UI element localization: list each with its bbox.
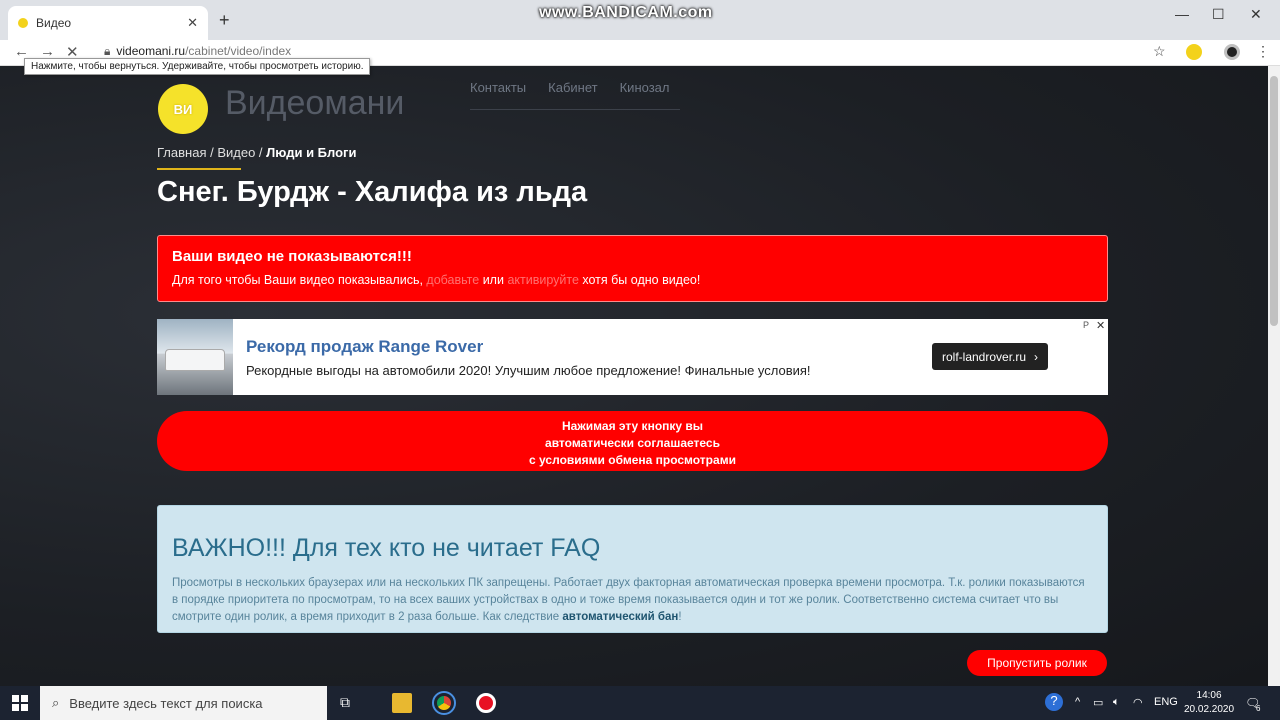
alert-text-start: Для того чтобы Ваши видео показывались, (172, 273, 427, 287)
agree-line-2: автоматически соглашаетесь (545, 436, 720, 450)
battery-icon[interactable]: ▭ (1093, 696, 1103, 709)
breadcrumb-separator: / (206, 145, 218, 160)
alert-title: Ваши видео не показываются!!! (172, 248, 412, 265)
page-scrollbar[interactable] (1268, 66, 1280, 686)
scrollbar-thumb[interactable] (1270, 76, 1278, 326)
alert-text-end: хотя бы одно видео! (578, 273, 701, 287)
network-icon[interactable]: ◠ (1133, 696, 1143, 709)
faq-notice-end: ! (678, 611, 682, 623)
ad-banner[interactable]: Рекорд продаж Range Rover Рекордные выго… (157, 319, 1108, 395)
volume-icon[interactable]: 🔈︎ (1113, 696, 1120, 709)
notification-count: 6 (1256, 704, 1261, 713)
agree-exchange-button[interactable]: Нажимая эту кнопку вы автоматически согл… (157, 411, 1108, 471)
windows-taskbar: ⌕ Введите здесь текст для поиска ⧉ ? ^ ▭… (0, 686, 1280, 720)
lock-icon: 🔒︎ (104, 44, 111, 58)
help-icon[interactable]: ? (1045, 693, 1063, 711)
nav-divider (470, 109, 680, 110)
page-title: Снег. Бурдж - Халифа из льда (157, 176, 588, 208)
ad-title[interactable]: Рекорд продаж Range Rover (246, 337, 483, 357)
url-path: /cabinet/video/index (185, 44, 292, 58)
breadcrumb-separator: / (255, 145, 267, 160)
ad-mark-icon[interactable]: Р (1083, 320, 1089, 330)
nav-cinema[interactable]: Кинозал (620, 80, 670, 95)
alert-text: Для того чтобы Ваши видео показывались, … (172, 273, 1093, 287)
browser-menu-icon[interactable]: ⋮ (1256, 43, 1270, 60)
windows-start-icon[interactable] (12, 695, 28, 711)
extension-yellow-icon[interactable] (1186, 44, 1202, 60)
tray-chevron-up-icon[interactable]: ^ (1075, 696, 1080, 708)
ad-button-label: rolf-landrover.ru (942, 349, 1027, 364)
site-logo[interactable]: ВИ (158, 84, 208, 134)
activate-video-link[interactable]: активируйте (507, 273, 578, 287)
file-explorer-icon[interactable] (392, 693, 412, 713)
site-brand[interactable]: Видеомани (225, 84, 404, 123)
back-button-tooltip: Нажмите, чтобы вернуться. Удерживайте, ч… (24, 58, 371, 75)
faq-notice-title: ВАЖНО!!! Для тех кто не читает FAQ (172, 534, 601, 562)
nav-contacts[interactable]: Контакты (470, 80, 526, 95)
chevron-right-icon: › (1034, 349, 1039, 364)
add-video-link[interactable]: добавьте (426, 273, 479, 287)
auto-ban-text: автоматический бан (562, 611, 679, 623)
maximize-icon[interactable]: ☐ (1212, 6, 1225, 23)
nav-cabinet[interactable]: Кабинет (548, 80, 597, 95)
breadcrumb-home[interactable]: Главная (157, 145, 206, 160)
agree-line-3: с условиями обмена просмотрами (529, 453, 736, 467)
ad-text: Рекордные выгоды на автомобили 2020! Улу… (246, 363, 811, 378)
breadcrumb-video[interactable]: Видео (217, 145, 255, 160)
ad-link-button[interactable]: rolf-landrover.ru › (932, 343, 1049, 370)
taskbar-search-placeholder: Введите здесь текст для поиска (69, 695, 263, 711)
site-favicon-icon (18, 18, 28, 28)
breadcrumb-underline (157, 168, 241, 170)
skip-video-button[interactable]: Пропустить ролик (967, 650, 1107, 676)
ad-car-image[interactable] (157, 319, 233, 395)
minimize-icon[interactable]: — (1175, 6, 1189, 22)
breadcrumb-current: Люди и Блоги (266, 145, 357, 160)
url-host: videomani.ru (116, 44, 186, 58)
extension-record-icon[interactable] (1224, 44, 1240, 60)
bookmark-star-icon[interactable]: ☆ (1153, 43, 1166, 60)
close-window-icon[interactable]: ✕ (1250, 6, 1262, 23)
page-content: ВИ Видеомани Контакты Кабинет Кинозал Гл… (0, 66, 1268, 686)
task-view-icon[interactable]: ⧉ (340, 694, 350, 711)
tab-title: Видео (36, 16, 72, 30)
top-nav: Контакты Кабинет Кинозал (470, 80, 669, 95)
new-tab-icon[interactable]: + (219, 10, 230, 31)
close-tab-icon[interactable]: ✕ (187, 15, 198, 31)
breadcrumb: Главная / Видео / Люди и Блоги (157, 145, 356, 160)
clock-time: 14:06 (1196, 690, 1222, 701)
browser-tab-bar: Видео ✕ + www.BANDICAM.com — ☐ ✕ (0, 0, 1280, 40)
recording-watermark: www.BANDICAM.com (539, 4, 713, 21)
faq-notice: ВАЖНО!!! Для тех кто не читает FAQ Просм… (157, 505, 1108, 633)
agree-line-1: Нажимая эту кнопку вы (561, 419, 704, 433)
taskbar-search-field[interactable]: ⌕ Введите здесь текст для поиска (40, 686, 327, 720)
clock-date: 20.02.2020 (1184, 704, 1235, 715)
bandicam-icon[interactable] (476, 693, 496, 713)
ad-close-icon[interactable]: ✕ (1096, 319, 1105, 332)
url-field[interactable]: 🔒︎ videomani.ru/cabinet/video/index (104, 44, 291, 59)
search-icon: ⌕ (52, 695, 60, 710)
alert-text-or: или (479, 273, 508, 287)
chrome-icon[interactable] (432, 691, 456, 715)
error-alert: Ваши видео не показываются!!! Для того ч… (157, 235, 1108, 302)
tab-video[interactable]: Видео ✕ (8, 6, 208, 40)
taskbar-clock[interactable]: 14:06 20.02.2020 (1184, 689, 1234, 717)
input-language[interactable]: ENG (1154, 696, 1178, 708)
faq-notice-text: Просмотры в нескольких браузерах или на … (172, 575, 1093, 626)
